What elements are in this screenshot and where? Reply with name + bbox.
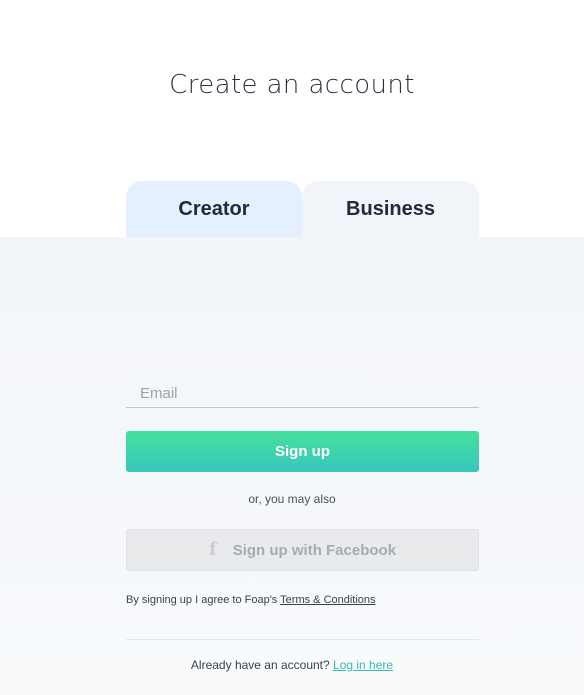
signup-button-label: Sign up [275, 443, 330, 460]
divider [126, 639, 479, 640]
login-link[interactable]: Log in here [333, 658, 393, 672]
login-prompt: Already have an account? Log in here [0, 658, 584, 672]
signup-button[interactable]: Sign up [126, 431, 479, 472]
signup-page: Create an account Creator Business Sign … [0, 0, 584, 695]
email-field[interactable] [126, 380, 479, 408]
facebook-signup-button[interactable]: f Sign up with Facebook [126, 529, 479, 571]
tab-business-label: Business [346, 197, 435, 220]
page-title: Create an account [169, 70, 415, 100]
facebook-icon: f [208, 539, 217, 560]
terms-notice: By signing up I agree to Foap's Terms & … [126, 594, 376, 606]
login-prefix: Already have an account? [190, 658, 334, 672]
tab-creator[interactable]: Creator [126, 181, 302, 237]
facebook-signup-label: Sign up with Facebook [232, 541, 397, 559]
tab-business[interactable]: Business [302, 181, 479, 237]
terms-prefix: By signing up I agree to Foap's [126, 594, 281, 606]
tab-creator-label: Creator [178, 197, 250, 220]
alternative-text: or, you may also [248, 492, 336, 506]
terms-link[interactable]: Terms & Conditions [280, 594, 375, 606]
